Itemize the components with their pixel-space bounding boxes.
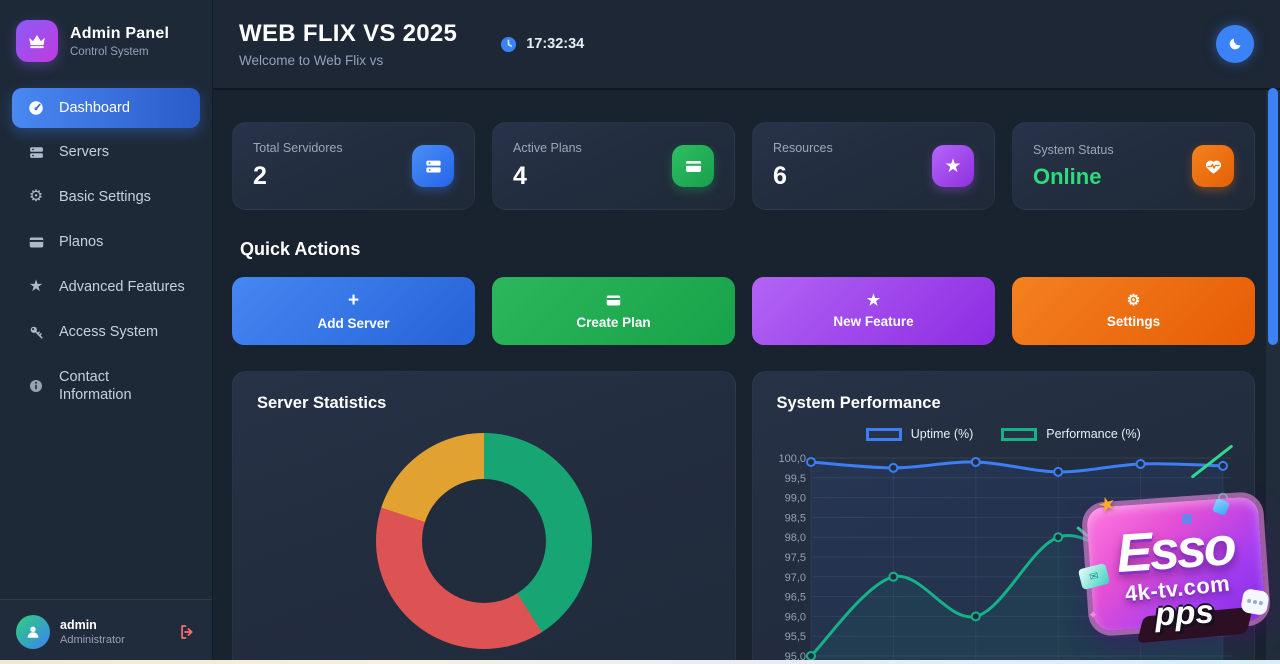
brand: Admin Panel Control System: [0, 0, 212, 80]
logout-icon[interactable]: [178, 623, 196, 641]
quick-actions-heading: Quick Actions: [240, 239, 1255, 260]
sidebar-item-label: Servers: [59, 143, 109, 161]
bottom-edge-strip: [0, 660, 1280, 664]
svg-text:96,5: 96,5: [784, 592, 805, 604]
sidebar-item-label: Basic Settings: [59, 188, 151, 206]
create-plan-button[interactable]: Create Plan: [492, 277, 735, 345]
gear-icon: ⚙: [26, 187, 46, 207]
stat-card-system-status: System Status Online: [1012, 122, 1255, 210]
page-subtitle: Welcome to Web Flix vs: [239, 53, 457, 68]
clock-time: 17:32:34: [526, 36, 584, 52]
star-icon: ★: [932, 145, 974, 187]
credit-card-icon: [672, 145, 714, 187]
stat-value: 4: [513, 162, 582, 191]
svg-text:98,5: 98,5: [784, 512, 805, 524]
svg-text:97,0: 97,0: [784, 572, 805, 584]
credit-card-icon: [605, 292, 622, 309]
server-icon: [412, 145, 454, 187]
clock-icon: [499, 35, 518, 54]
credit-card-icon: [26, 234, 46, 251]
stat-label: Total Servidores: [253, 141, 343, 155]
sidebar: Admin Panel Control System Dashboard Ser…: [0, 0, 213, 664]
crown-icon: [16, 20, 58, 62]
main-content: Total Servidores 2 Active Plans 4 Reso: [213, 90, 1280, 664]
chart-title: System Performance: [777, 394, 1231, 413]
sidebar-item-label: Contact Information: [59, 368, 169, 404]
stats-row: Total Servidores 2 Active Plans 4 Reso: [232, 122, 1255, 210]
status-badge: Online: [1033, 164, 1114, 190]
settings-button[interactable]: ⚙ Settings: [1012, 277, 1255, 345]
sidebar-nav: Dashboard Servers ⚙ Basic Settings Plano…: [0, 80, 212, 423]
stat-label: Active Plans: [513, 141, 582, 155]
plus-icon: +: [348, 291, 359, 310]
dark-mode-toggle[interactable]: [1216, 25, 1254, 63]
user-role: Administrator: [60, 634, 125, 646]
sidebar-item-dashboard[interactable]: Dashboard: [12, 88, 200, 128]
star-icon: ★: [26, 277, 46, 297]
sidebar-item-advanced-features[interactable]: ★ Advanced Features: [12, 266, 200, 308]
svg-text:99,5: 99,5: [784, 473, 805, 485]
svg-text:99,0: 99,0: [784, 493, 805, 505]
scrollbar-thumb[interactable]: [1268, 88, 1278, 345]
donut-hole: [422, 479, 546, 603]
charts-row: Server Statistics AtivosInativosManutenç…: [232, 371, 1255, 664]
brand-title: Admin Panel: [70, 25, 169, 43]
server-icon: [26, 144, 46, 161]
svg-text:98,0: 98,0: [784, 532, 805, 544]
sidebar-item-basic-settings[interactable]: ⚙ Basic Settings: [12, 176, 200, 218]
sidebar-item-label: Access System: [59, 323, 158, 341]
username: admin: [60, 618, 125, 632]
header: WEB FLIX VS 2025 Welcome to Web Flix vs …: [213, 0, 1280, 90]
stat-card-total-servers: Total Servidores 2: [232, 122, 475, 210]
sidebar-item-contact-information[interactable]: Contact Information: [12, 357, 200, 415]
key-icon: [26, 324, 46, 341]
svg-text:100,0: 100,0: [778, 453, 806, 465]
gear-icon: ⚙: [1127, 293, 1140, 308]
gauge-icon: [26, 99, 46, 117]
svg-text:96,0: 96,0: [784, 611, 805, 623]
new-feature-button[interactable]: ★ New Feature: [752, 277, 995, 345]
sidebar-item-servers[interactable]: Servers: [12, 132, 200, 172]
server-statistics-card: Server Statistics AtivosInativosManutenç…: [232, 371, 736, 664]
heart-pulse-icon: [1192, 145, 1234, 187]
button-label: New Feature: [833, 314, 913, 329]
sidebar-item-label: Dashboard: [59, 99, 130, 117]
add-server-button[interactable]: + Add Server: [232, 277, 475, 345]
sidebar-item-label: Advanced Features: [59, 278, 185, 296]
stat-label: System Status: [1033, 143, 1114, 157]
clock: 17:32:34: [499, 35, 584, 54]
chart-title: Server Statistics: [257, 394, 711, 413]
sidebar-item-access-system[interactable]: Access System: [12, 312, 200, 352]
moon-icon: [1227, 36, 1243, 52]
donut-chart: [376, 433, 592, 649]
sidebar-user: admin Administrator: [0, 599, 212, 664]
sidebar-item-label: Planos: [59, 233, 103, 251]
line-chart: 100,0 99,5 99,0 98,5 98,0 97,5 97,0 96,5 96,0 95,…: [767, 432, 1237, 664]
stat-value: 2: [253, 162, 343, 191]
admin-dashboard: Admin Panel Control System Dashboard Ser…: [0, 0, 1280, 664]
info-icon: [26, 378, 46, 394]
stat-label: Resources: [773, 141, 833, 155]
sidebar-item-planos[interactable]: Planos: [12, 222, 200, 262]
stat-value: 6: [773, 162, 833, 191]
brand-subtitle: Control System: [70, 46, 169, 58]
system-performance-card: System Performance Uptime (%)Performance…: [752, 371, 1256, 664]
svg-text:95,5: 95,5: [784, 631, 805, 643]
quick-actions-row: + Add Server Create Plan ★ New Feature ⚙…: [232, 277, 1255, 345]
stat-card-resources: Resources 6 ★: [752, 122, 995, 210]
page-title: WEB FLIX VS 2025: [239, 20, 457, 48]
star-icon: ★: [867, 293, 880, 308]
stat-card-active-plans: Active Plans 4: [492, 122, 735, 210]
button-label: Add Server: [317, 316, 389, 331]
avatar: [16, 615, 50, 649]
button-label: Create Plan: [576, 315, 650, 330]
button-label: Settings: [1107, 314, 1160, 329]
svg-text:97,5: 97,5: [784, 552, 805, 564]
